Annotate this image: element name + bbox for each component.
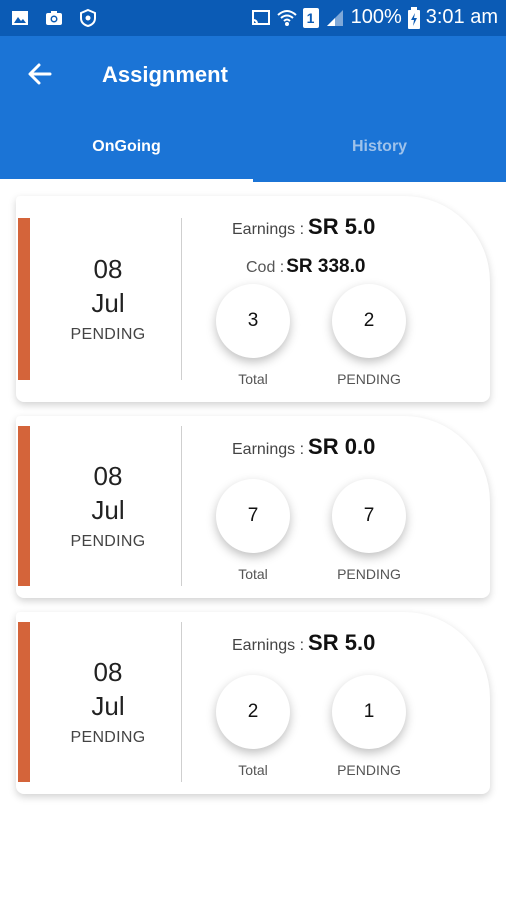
total-label: Total [238, 566, 268, 582]
sim-icon: 1 [302, 7, 319, 28]
assignment-status: PENDING [70, 533, 146, 550]
camera-icon [46, 11, 62, 25]
cod: Cod : SR 338.0 [246, 256, 365, 278]
pending-label: PENDING [337, 762, 401, 778]
status-accent-bar [18, 622, 30, 782]
wifi-icon [276, 9, 297, 26]
divider [181, 622, 182, 782]
divider [181, 426, 182, 586]
date-day: 08 [93, 254, 123, 284]
assignment-card[interactable]: 08 Jul PENDING Earnings : SR 5.0 2 1 Tota… [16, 612, 490, 794]
tab-bar: OnGoing History [0, 128, 506, 182]
pending-count[interactable]: 1 [332, 675, 406, 749]
assignment-status: PENDING [70, 326, 146, 343]
clock: 3:01 am [425, 6, 498, 28]
earnings-value: SR 0.0 [308, 434, 376, 459]
app-bar: Assignment OnGoing History [0, 36, 506, 182]
date-day: 08 [93, 461, 123, 491]
date-month: Jul [91, 495, 125, 525]
status-accent-bar [18, 426, 30, 586]
signal-icon [326, 9, 343, 26]
pending-label: PENDING [337, 566, 401, 582]
total-label: Total [238, 371, 268, 387]
shield-icon [80, 8, 96, 28]
cod-label: Cod : [246, 259, 285, 276]
date-month: Jul [91, 288, 125, 318]
cod-value: SR 338.0 [286, 256, 366, 277]
date-block: 08 Jul PENDING [38, 655, 178, 747]
status-bar: 1 100% 3:01 am [0, 0, 506, 36]
status-accent-bar [18, 218, 30, 380]
tab-ongoing[interactable]: OnGoing [0, 128, 253, 182]
total-label: Total [238, 762, 268, 778]
assignment-status: PENDING [70, 729, 146, 746]
cast-icon [251, 9, 270, 25]
earnings-label: Earnings : [232, 221, 305, 238]
pending-label: PENDING [337, 371, 401, 387]
pending-count[interactable]: 2 [332, 284, 406, 358]
total-count[interactable]: 7 [216, 479, 290, 553]
earnings-label: Earnings : [232, 441, 305, 458]
earnings: Earnings : SR 5.0 [232, 630, 375, 656]
date-block: 08 Jul PENDING [38, 459, 178, 551]
earnings-value: SR 5.0 [308, 630, 376, 655]
battery-percent: 100% [350, 6, 402, 28]
page-title: Assignment [102, 62, 228, 87]
tab-history[interactable]: History [253, 128, 506, 182]
date-block: 08 Jul PENDING [38, 252, 178, 344]
image-icon [12, 11, 28, 25]
assignment-card[interactable]: 08 Jul PENDING Earnings : SR 0.0 7 7 Tota… [16, 416, 490, 598]
arrow-left-icon[interactable] [26, 60, 54, 88]
date-month: Jul [91, 691, 125, 721]
battery-icon [407, 6, 420, 29]
earnings: Earnings : SR 0.0 [232, 434, 375, 460]
date-day: 08 [93, 657, 123, 687]
divider [181, 218, 182, 380]
total-count[interactable]: 3 [216, 284, 290, 358]
assignment-card[interactable]: 08 Jul PENDING Earnings : SR 5.0 Cod : SR … [16, 196, 490, 402]
earnings-label: Earnings : [232, 637, 305, 654]
earnings: Earnings : SR 5.0 [232, 214, 375, 240]
earnings-value: SR 5.0 [308, 214, 376, 239]
total-count[interactable]: 2 [216, 675, 290, 749]
pending-count[interactable]: 7 [332, 479, 406, 553]
